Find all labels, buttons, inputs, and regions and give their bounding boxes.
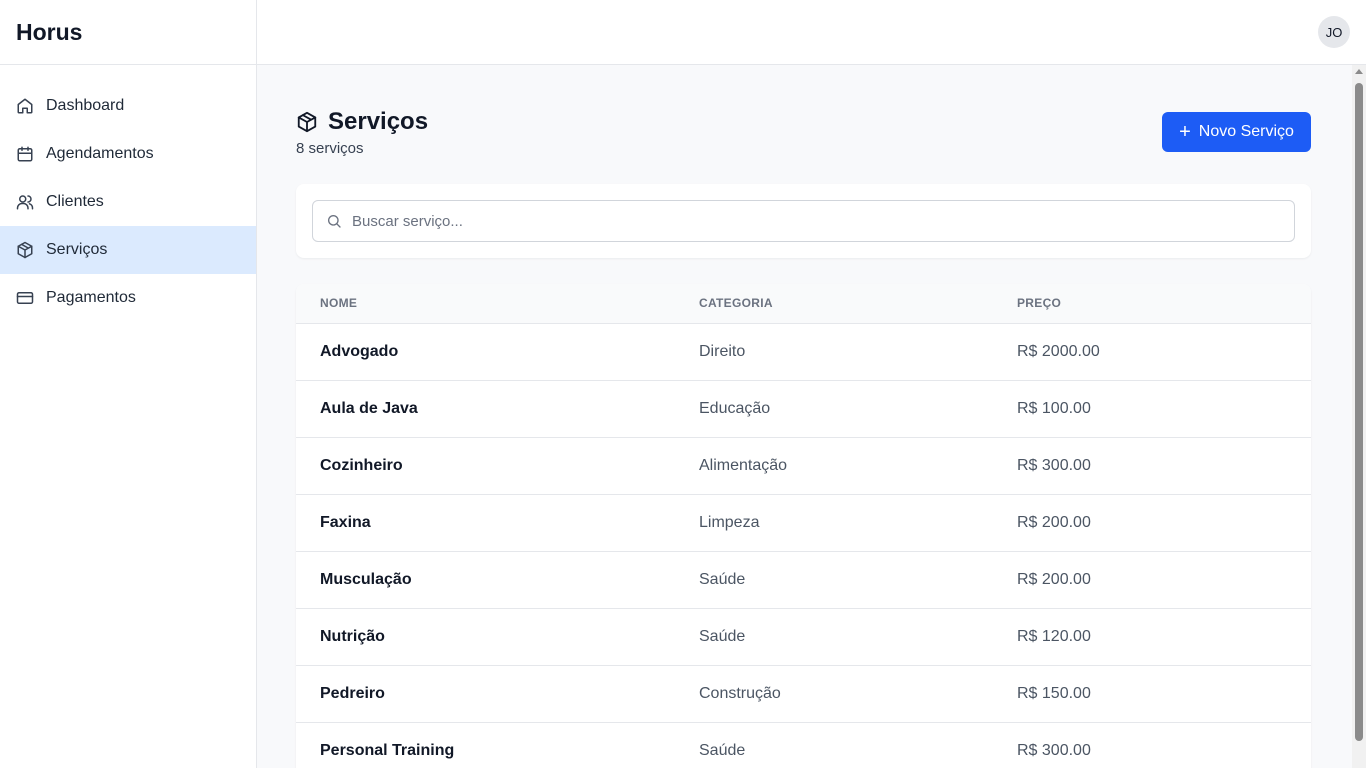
users-icon <box>16 193 34 211</box>
service-price: R$ 300.00 <box>1017 437 1311 495</box>
credit-card-icon <box>16 289 34 307</box>
page-scrollbar[interactable] <box>1352 65 1366 768</box>
page-title-text: Serviços <box>328 108 429 135</box>
sidebar-item-label: Serviços <box>46 241 108 258</box>
table-row[interactable]: Cozinheiro Alimentação R$ 300.00 <box>296 437 1311 495</box>
service-name: Cozinheiro <box>296 437 699 495</box>
service-category: Direito <box>699 323 1017 381</box>
search-icon <box>326 213 342 229</box>
table-row[interactable]: Faxina Limpeza R$ 200.00 <box>296 494 1311 552</box>
column-header-preco[interactable]: PREÇO <box>1017 284 1311 324</box>
package-icon <box>296 111 318 133</box>
service-name: Nutrição <box>296 608 699 666</box>
service-price: R$ 100.00 <box>1017 380 1311 438</box>
table-row[interactable]: Nutrição Saúde R$ 120.00 <box>296 608 1311 666</box>
sidebar-item-clientes[interactable]: Clientes <box>0 178 256 226</box>
column-header-categoria[interactable]: CATEGORIA <box>699 284 1017 324</box>
avatar[interactable]: JO <box>1318 16 1350 48</box>
home-icon <box>16 97 34 115</box>
service-price: R$ 300.00 <box>1017 722 1311 768</box>
service-name: Personal Training <box>296 722 699 768</box>
service-category: Educação <box>699 380 1017 438</box>
package-icon <box>16 241 34 259</box>
services-count: 8 serviços <box>296 140 364 157</box>
scroll-up-arrow-icon[interactable] <box>1355 69 1363 74</box>
calendar-icon <box>16 145 34 163</box>
sidebar-item-label: Agendamentos <box>46 145 154 162</box>
service-price: R$ 120.00 <box>1017 608 1311 666</box>
page-title: Serviços <box>296 108 428 136</box>
service-name: Advogado <box>296 323 699 381</box>
plus-icon: + <box>1179 121 1191 143</box>
sidebar-item-pagamentos[interactable]: Pagamentos <box>0 274 256 322</box>
sidebar: Horus Dashboard Agendamentos Clientes Se… <box>0 0 257 768</box>
table-header-row: NOME CATEGORIA PREÇO <box>296 284 1311 324</box>
table-row[interactable]: Advogado Direito R$ 2000.00 <box>296 323 1311 381</box>
table-row[interactable]: Pedreiro Construção R$ 150.00 <box>296 665 1311 723</box>
sidebar-item-label: Clientes <box>46 193 104 210</box>
service-name: Musculação <box>296 551 699 609</box>
service-category: Saúde <box>699 722 1017 768</box>
service-category: Limpeza <box>699 494 1017 552</box>
sidebar-item-label: Pagamentos <box>46 289 136 306</box>
column-header-nome[interactable]: NOME <box>296 284 699 324</box>
sidebar-item-label: Dashboard <box>46 97 125 114</box>
service-price: R$ 150.00 <box>1017 665 1311 723</box>
new-service-button[interactable]: + Novo Serviço <box>1162 112 1311 152</box>
service-name: Pedreiro <box>296 665 699 723</box>
sidebar-item-servicos[interactable]: Serviços <box>0 226 256 274</box>
search-box[interactable] <box>312 200 1295 242</box>
search-input[interactable] <box>352 212 1294 230</box>
new-service-button-label: Novo Serviço <box>1198 123 1294 140</box>
top-bar: JO <box>257 0 1366 65</box>
table-row[interactable]: Aula de Java Educação R$ 100.00 <box>296 380 1311 438</box>
table-row[interactable]: Personal Training Saúde R$ 300.00 <box>296 722 1311 768</box>
service-category: Alimentação <box>699 437 1017 495</box>
service-category: Construção <box>699 665 1017 723</box>
service-category: Saúde <box>699 551 1017 609</box>
sidebar-nav: Dashboard Agendamentos Clientes Serviços… <box>0 65 256 322</box>
service-name: Aula de Java <box>296 380 699 438</box>
service-name: Faxina <box>296 494 699 552</box>
table-row[interactable]: Musculação Saúde R$ 200.00 <box>296 551 1311 609</box>
search-card <box>296 184 1311 258</box>
main-content: Serviços 8 serviços + Novo Serviço NOME … <box>257 65 1352 768</box>
sidebar-item-agendamentos[interactable]: Agendamentos <box>0 130 256 178</box>
service-price: R$ 200.00 <box>1017 494 1311 552</box>
sidebar-item-dashboard[interactable]: Dashboard <box>0 82 256 130</box>
page-header: Serviços 8 serviços + Novo Serviço <box>296 65 1311 184</box>
services-table-card: NOME CATEGORIA PREÇO Advogado Direito R$… <box>296 284 1311 768</box>
app-brand[interactable]: Horus <box>0 0 256 65</box>
service-price: R$ 200.00 <box>1017 551 1311 609</box>
scrollbar-thumb[interactable] <box>1355 83 1363 741</box>
service-category: Saúde <box>699 608 1017 666</box>
service-price: R$ 2000.00 <box>1017 323 1311 381</box>
services-table: NOME CATEGORIA PREÇO Advogado Direito R$… <box>296 284 1311 768</box>
